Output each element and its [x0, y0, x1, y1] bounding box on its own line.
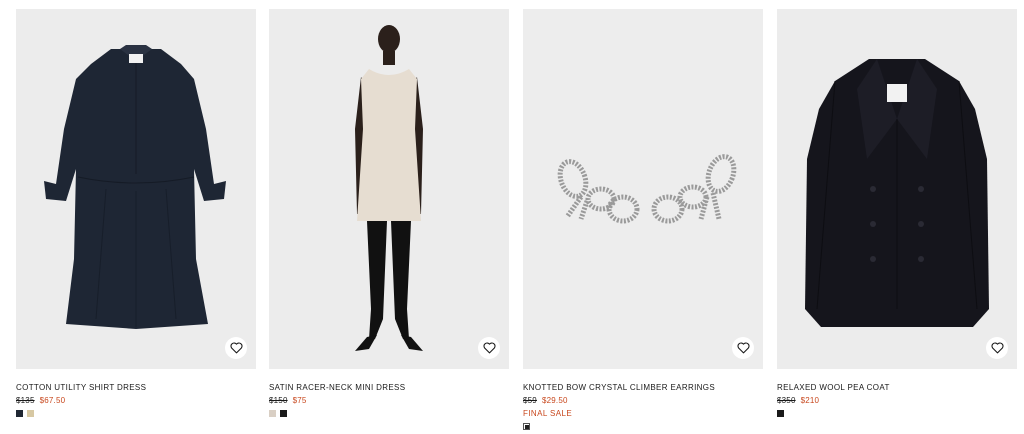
heart-icon	[483, 342, 495, 354]
heart-icon	[230, 342, 242, 354]
original-price: $150	[269, 396, 288, 405]
final-sale-label: FINAL SALE	[523, 409, 573, 418]
favorite-button[interactable]	[478, 337, 500, 359]
color-swatches	[777, 410, 1017, 418]
original-price: $135	[16, 396, 35, 405]
product-image[interactable]	[777, 9, 1017, 369]
heart-icon	[737, 342, 749, 354]
product-card[interactable]: SATIN RACER-NECK MINI DRESS $150 $75	[269, 9, 509, 434]
heart-icon	[991, 342, 1003, 354]
product-info: KNOTTED BOW CRYSTAL CLIMBER EARRINGS $59…	[523, 369, 763, 431]
color-swatch[interactable]	[27, 410, 34, 417]
product-card[interactable]: RELAXED WOOL PEA COAT $350 $210	[777, 9, 1017, 434]
color-swatch[interactable]	[16, 410, 23, 417]
favorite-button[interactable]	[732, 337, 754, 359]
sale-price: $210	[800, 396, 820, 405]
color-swatch[interactable]	[777, 410, 784, 417]
favorite-button[interactable]	[225, 337, 247, 359]
product-image[interactable]	[269, 9, 509, 369]
sale-price: $67.50	[39, 396, 66, 405]
product-prices: $135 $67.50	[16, 396, 256, 406]
color-swatch[interactable]	[523, 423, 530, 430]
navy-shirt-dress-image	[16, 9, 256, 369]
product-grid: COTTON UTILITY SHIRT DRESS $135 $67.50 S…	[16, 9, 1017, 434]
wool-pea-coat-image	[777, 9, 1017, 369]
original-price: $59	[523, 396, 537, 405]
product-info: SATIN RACER-NECK MINI DRESS $150 $75	[269, 369, 509, 418]
product-name[interactable]: COTTON UTILITY SHIRT DRESS	[16, 382, 256, 393]
sale-price: $75	[292, 396, 307, 405]
product-prices: $59 $29.50	[523, 396, 763, 406]
product-name[interactable]: SATIN RACER-NECK MINI DRESS	[269, 382, 509, 393]
product-name[interactable]: RELAXED WOOL PEA COAT	[777, 382, 1017, 393]
satin-mini-dress-image	[269, 9, 509, 369]
product-name[interactable]: KNOTTED BOW CRYSTAL CLIMBER EARRINGS	[523, 382, 763, 393]
favorite-button[interactable]	[986, 337, 1008, 359]
product-image[interactable]	[523, 9, 763, 369]
product-prices: $350 $210	[777, 396, 1017, 406]
product-info: COTTON UTILITY SHIRT DRESS $135 $67.50	[16, 369, 256, 418]
crystal-bow-earrings-image	[523, 9, 763, 369]
color-swatch[interactable]	[280, 410, 287, 417]
product-info: RELAXED WOOL PEA COAT $350 $210	[777, 369, 1017, 418]
color-swatch[interactable]	[269, 410, 276, 417]
product-card[interactable]: COTTON UTILITY SHIRT DRESS $135 $67.50	[16, 9, 256, 434]
product-prices: $150 $75	[269, 396, 509, 406]
product-card[interactable]: KNOTTED BOW CRYSTAL CLIMBER EARRINGS $59…	[523, 9, 763, 434]
original-price: $350	[777, 396, 796, 405]
color-swatches	[523, 423, 763, 431]
product-image[interactable]	[16, 9, 256, 369]
color-swatches	[269, 410, 509, 418]
color-swatches	[16, 410, 256, 418]
sale-price: $29.50	[541, 396, 568, 405]
